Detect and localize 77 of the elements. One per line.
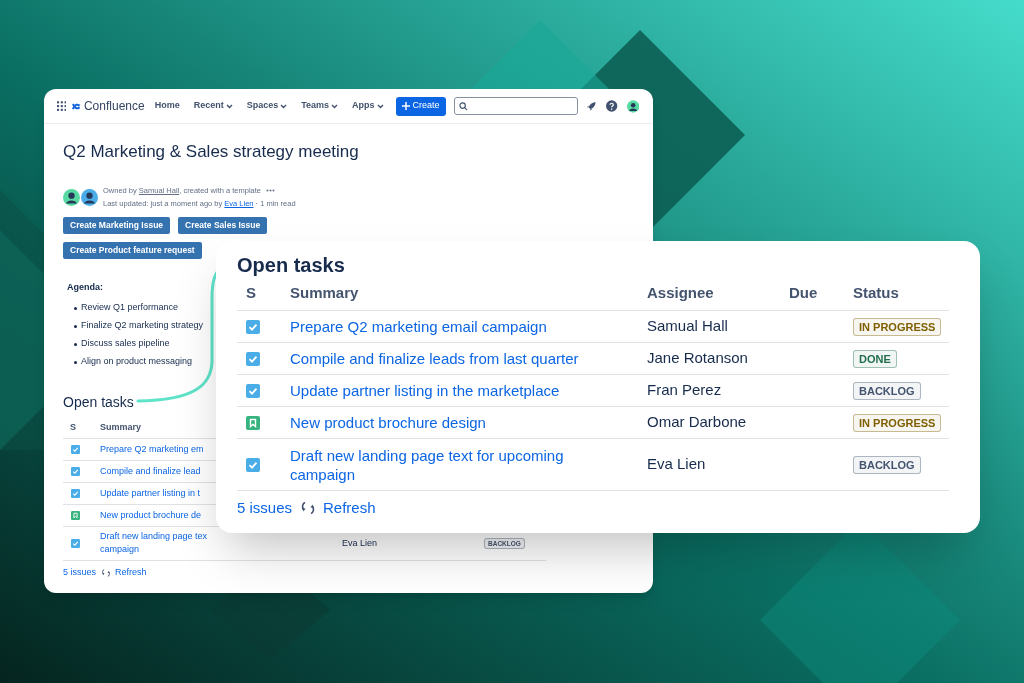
checkbox-icon	[246, 351, 260, 366]
checkbox-icon	[71, 539, 80, 548]
column-header: S	[69, 420, 77, 434]
agenda-item: Finalize Q2 marketing strategy	[81, 319, 204, 333]
agenda-item: Review Q1 performance	[81, 301, 179, 315]
create-button[interactable]: Create	[395, 96, 446, 116]
app-grid-icon[interactable]	[57, 101, 67, 111]
section-heading: Open tasks	[63, 393, 135, 411]
assignee-cell-text: Eva Lien	[647, 454, 707, 475]
column-header: Summary	[290, 283, 360, 304]
action-button[interactable]: Create Product feature request	[63, 242, 202, 259]
checkbox-icon	[246, 457, 260, 472]
nav-link[interactable]: Spaces	[246, 99, 288, 113]
nav-link[interactable]: Recent	[193, 99, 233, 113]
action-button[interactable]: Create Marketing Issue	[63, 217, 171, 234]
bullet-icon	[74, 324, 77, 328]
refresh-link[interactable]: Refresh	[323, 496, 376, 520]
action-button[interactable]: Create Sales Issue	[178, 217, 268, 234]
agenda-item: Discuss sales pipeline	[81, 337, 170, 351]
nav-link[interactable]: Apps	[352, 99, 384, 113]
column-header: Summary	[100, 420, 142, 434]
section-heading: Open tasks	[237, 253, 346, 277]
issue-link[interactable]: Prepare Q2 marketing em	[100, 442, 204, 456]
status-lozenge: BACKLOG	[853, 381, 921, 400]
page-title: Q2 Marketing & Sales strategy meeting	[63, 141, 360, 163]
issue-link[interactable]: Compile and finalize lead	[100, 464, 201, 478]
status-lozenge: IN PROGRESS	[853, 413, 942, 432]
issue-link[interactable]: New product brochure design	[290, 413, 647, 432]
avatar-icon	[63, 188, 80, 206]
checkbox-icon	[71, 467, 80, 476]
status-lozenge: DONE	[853, 349, 897, 368]
plus-icon	[401, 102, 410, 110]
logo-icon	[72, 101, 81, 111]
rocket-icon[interactable]	[585, 100, 597, 112]
issue-link[interactable]: Update partner listing in the marketplace	[290, 381, 647, 400]
product-name[interactable]: Confluence	[83, 97, 145, 115]
assignee-cell-text: Jane Rotanson	[647, 348, 749, 369]
assignee-cell-text: Fran Perez	[647, 380, 723, 401]
help-icon[interactable]	[606, 100, 618, 112]
bullet-icon	[74, 342, 77, 346]
column-header: Assignee	[647, 283, 715, 304]
issue-link[interactable]: New product brochure de	[100, 508, 202, 522]
assignee-cell-text: Omar Darbone	[647, 412, 748, 433]
search-icon	[458, 101, 468, 111]
column-header: Due	[789, 283, 819, 304]
issue-count: 5 issues	[63, 566, 97, 580]
bookmark-icon	[71, 511, 80, 520]
issue-link[interactable]: Draft new landing page tex campaign	[100, 530, 208, 557]
assignee-cell-text: Eva Lien	[342, 536, 379, 550]
issue-link[interactable]: Draft new landing page text for upcoming campaign	[290, 445, 647, 484]
issue-link[interactable]: Update partner listing in t	[100, 486, 201, 500]
nav-link[interactable]: Teams	[301, 99, 339, 113]
bullet-icon	[74, 306, 77, 310]
issue-link[interactable]: Prepare Q2 marketing email campaign	[290, 317, 647, 336]
bookmark-icon	[246, 415, 260, 430]
issue-link[interactable]: Compile and finalize leads from last quarter	[290, 349, 647, 368]
agenda-item: Align on product messaging	[81, 355, 193, 369]
status-lozenge: IN PROGRESS	[853, 317, 942, 336]
avatar-icon[interactable]	[626, 99, 639, 113]
checkbox-icon	[246, 383, 260, 398]
issue-count: 5 issues	[237, 497, 293, 518]
search-field[interactable]	[453, 97, 578, 115]
refresh-icon	[300, 500, 317, 516]
assignee-cell-text: Samual Hall	[647, 316, 729, 337]
refresh-link[interactable]: Refresh	[115, 566, 147, 580]
avatar-icon	[81, 188, 98, 206]
column-header: Status	[853, 283, 899, 304]
agenda-heading: Agenda:	[67, 282, 104, 292]
status-lozenge: BACKLOG	[853, 455, 921, 474]
more-icon[interactable]	[266, 189, 275, 192]
nav-link[interactable]: Home	[154, 99, 180, 113]
bullet-icon	[74, 360, 77, 364]
checkbox-icon	[246, 319, 260, 334]
checkbox-icon	[71, 489, 80, 498]
column-header: S	[245, 283, 257, 304]
checkbox-icon	[71, 445, 80, 454]
refresh-icon	[101, 568, 112, 578]
